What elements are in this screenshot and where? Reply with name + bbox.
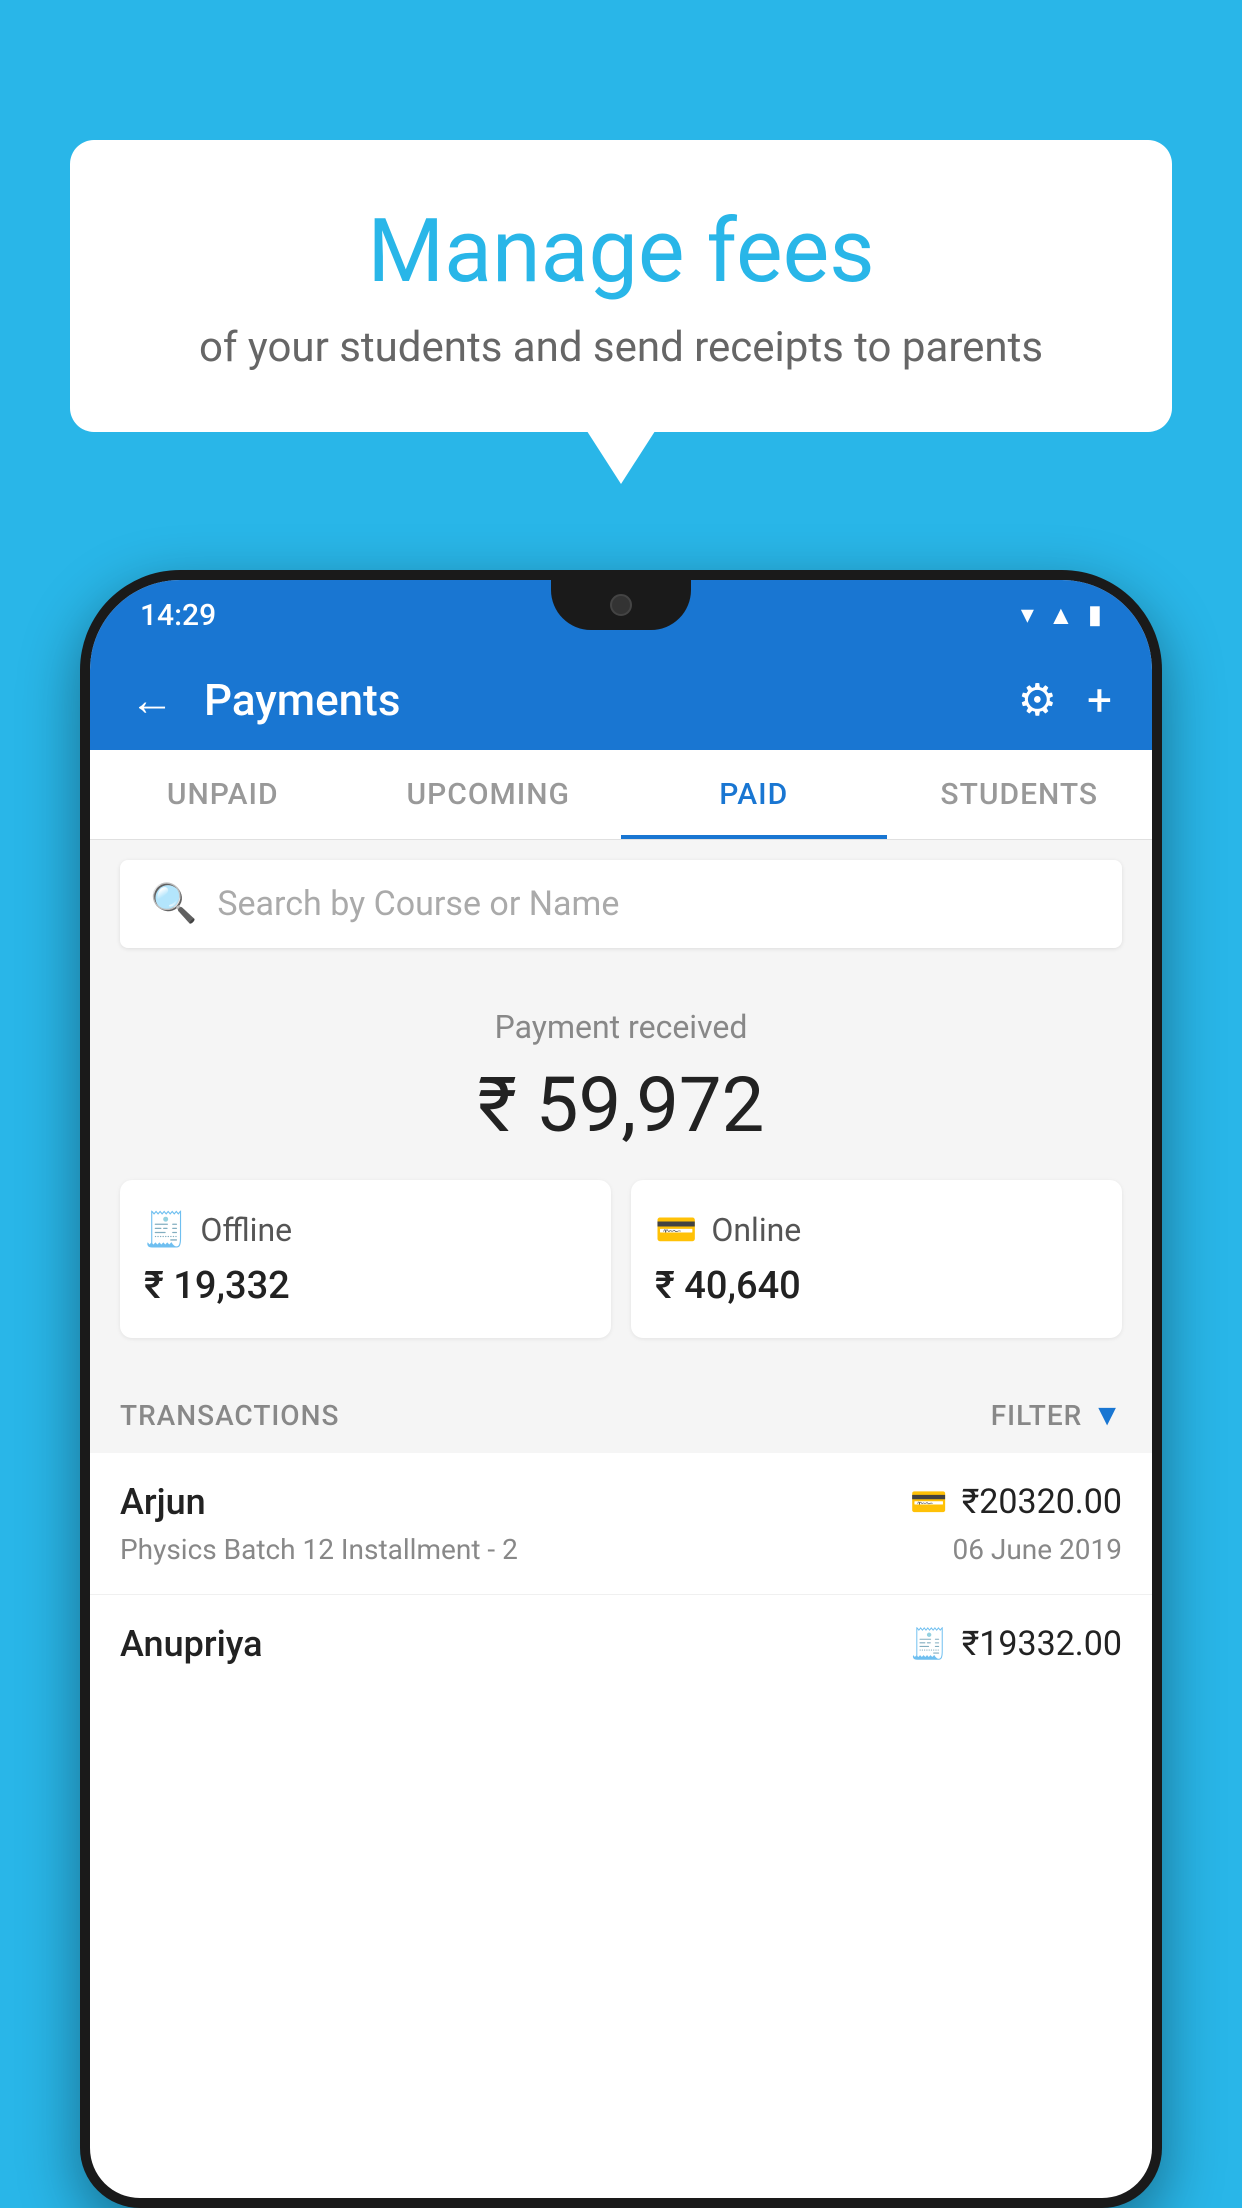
tabs: UNPAID UPCOMING PAID STUDENTS [90,750,1152,840]
offline-card-header: 🧾 Offline [144,1210,587,1250]
student-name: Anupriya [120,1623,263,1665]
wifi-icon: ▾ [1021,600,1034,630]
transaction-date: 06 June 2019 [952,1533,1122,1566]
status-time: 14:29 [140,598,216,633]
online-amount: ₹ 40,640 [655,1264,1098,1308]
speech-bubble: Manage fees of your students and send re… [70,140,1172,432]
payment-summary: Payment received ₹ 59,972 🧾 Offline ₹ 19… [90,968,1152,1368]
cash-icon: 🧾 [144,1210,186,1250]
offline-amount: ₹ 19,332 [144,1264,587,1308]
student-name: Arjun [120,1481,206,1523]
search-icon: 🔍 [150,882,197,926]
transactions-label: TRANSACTIONS [120,1399,339,1432]
add-button[interactable]: + [1087,674,1112,726]
signal-icon: ▲ [1048,600,1074,631]
app-title: Payments [204,674,988,726]
search-container: 🔍 Search by Course or Name [90,840,1152,968]
phone-frame: 14:29 ▾ ▲ ▮ ← Payments ⚙ + UNPAID [80,570,1162,2208]
tab-paid[interactable]: PAID [621,750,887,839]
tab-unpaid[interactable]: UNPAID [90,750,356,839]
filter-container[interactable]: FILTER ▼ [991,1398,1122,1433]
battery-icon: ▮ [1088,600,1102,630]
phone-screen: 14:29 ▾ ▲ ▮ ← Payments ⚙ + UNPAID [90,580,1152,2198]
online-label: Online [711,1211,801,1249]
transaction-amount: ₹20320.00 [962,1482,1122,1522]
transaction-top: Arjun 💳 ₹20320.00 [120,1481,1122,1523]
transaction-top: Anupriya 🧾 ₹19332.00 [120,1623,1122,1665]
online-card-header: 💳 Online [655,1210,1098,1250]
app-bar: ← Payments ⚙ + [90,650,1152,750]
transaction-amount: ₹19332.00 [962,1624,1122,1664]
offline-card: 🧾 Offline ₹ 19,332 [120,1180,611,1338]
gear-icon[interactable]: ⚙ [1018,674,1057,726]
tab-students[interactable]: STUDENTS [887,750,1153,839]
tab-upcoming[interactable]: UPCOMING [356,750,622,839]
filter-icon: ▼ [1092,1398,1122,1433]
amount-container: 🧾 ₹19332.00 [910,1624,1122,1664]
card-payment-icon: 💳 [910,1485,947,1520]
transaction-bottom: Physics Batch 12 Installment - 2 06 June… [120,1533,1122,1566]
course-info: Physics Batch 12 Installment - 2 [120,1533,518,1566]
amount-container: 💳 ₹20320.00 [910,1482,1122,1522]
payment-total-amount: ₹ 59,972 [120,1060,1122,1150]
search-bar[interactable]: 🔍 Search by Course or Name [120,860,1122,948]
camera-dot [610,594,632,616]
status-bar: 14:29 ▾ ▲ ▮ [90,580,1152,650]
speech-bubble-container: Manage fees of your students and send re… [70,140,1172,432]
online-card: 💳 Online ₹ 40,640 [631,1180,1122,1338]
transaction-row[interactable]: Anupriya 🧾 ₹19332.00 [90,1595,1152,1675]
app-bar-actions: ⚙ + [1018,674,1112,726]
bubble-title: Manage fees [150,200,1092,303]
payment-received-label: Payment received [120,1008,1122,1046]
transaction-row[interactable]: Arjun 💳 ₹20320.00 Physics Batch 12 Insta… [90,1453,1152,1595]
card-icon: 💳 [655,1210,697,1250]
filter-label: FILTER [991,1399,1083,1432]
bubble-subtitle: of your students and send receipts to pa… [150,323,1092,372]
payment-cards: 🧾 Offline ₹ 19,332 💳 Online ₹ 40,640 [120,1180,1122,1338]
transactions-header: TRANSACTIONS FILTER ▼ [90,1368,1152,1453]
back-button[interactable]: ← [130,674,174,726]
cash-payment-icon: 🧾 [910,1627,947,1662]
search-input[interactable]: Search by Course or Name [217,884,619,924]
offline-label: Offline [200,1211,292,1249]
notch [551,580,691,630]
status-icons: ▾ ▲ ▮ [1021,600,1102,631]
